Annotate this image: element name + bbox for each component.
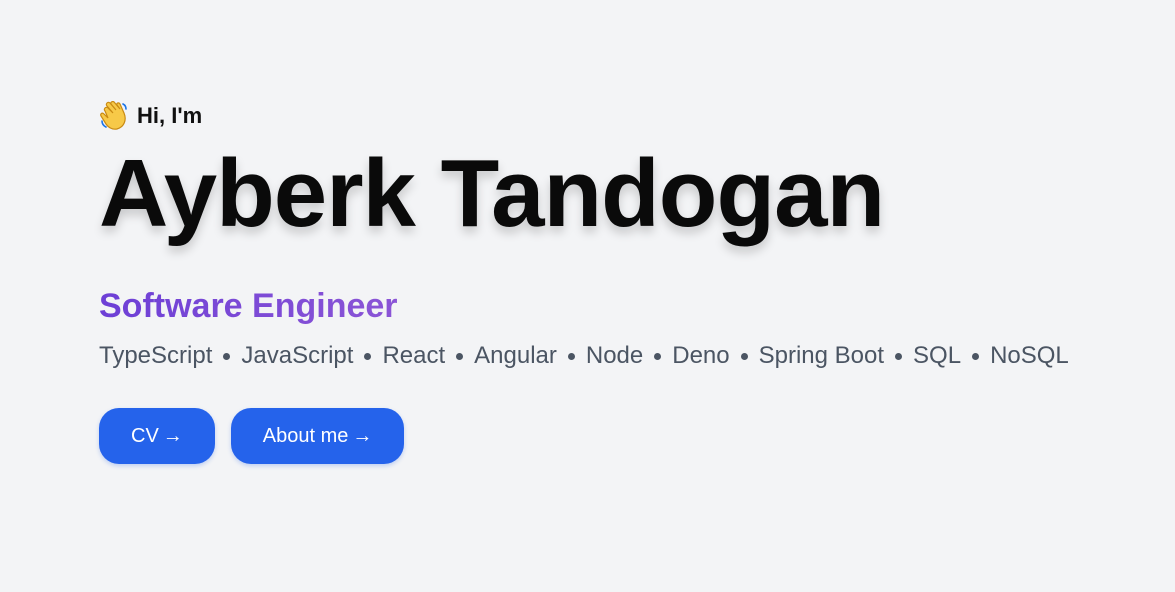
waving-hand-icon <box>99 100 129 131</box>
bullet-separator-icon <box>456 352 464 360</box>
skill-item: Spring Boot <box>758 342 885 369</box>
bullet-separator-icon <box>223 352 231 360</box>
skill-item: JavaScript <box>241 342 354 369</box>
skill-item: Angular <box>474 342 557 369</box>
skill-item: NoSQL <box>990 342 1069 369</box>
action-buttons: CV → About me → <box>99 408 1159 464</box>
greeting-text: Hi, I'm <box>137 103 203 128</box>
cv-button-label: CV <box>131 424 159 447</box>
cv-button[interactable]: CV → <box>99 408 215 464</box>
bullet-separator-icon <box>972 352 980 360</box>
bullet-separator-icon <box>740 352 748 360</box>
arrow-right-icon: → <box>162 424 183 447</box>
hero-section: Hi, I'm Ayberk Tandogan Software Enginee… <box>99 98 1159 464</box>
arrow-right-icon: → <box>352 424 373 447</box>
greeting: Hi, I'm <box>99 98 1159 134</box>
skill-item: TypeScript <box>99 342 213 369</box>
bullet-separator-icon <box>654 352 662 360</box>
role-title: Software Engineer <box>99 287 398 325</box>
skill-item: React <box>382 342 446 369</box>
skill-item: Node <box>585 342 644 369</box>
bullet-separator-icon <box>895 352 903 360</box>
skill-item: Deno <box>672 342 730 369</box>
about-me-button-label: About me <box>262 424 349 447</box>
skill-item: SQL <box>913 342 962 369</box>
about-me-button[interactable]: About me → <box>230 408 405 464</box>
bullet-separator-icon <box>364 352 372 360</box>
bullet-separator-icon <box>567 352 575 360</box>
page-title: Ayberk Tandogan <box>99 140 885 247</box>
skills-list: TypeScript JavaScript React Angular Node Deno… <box>99 340 1159 372</box>
